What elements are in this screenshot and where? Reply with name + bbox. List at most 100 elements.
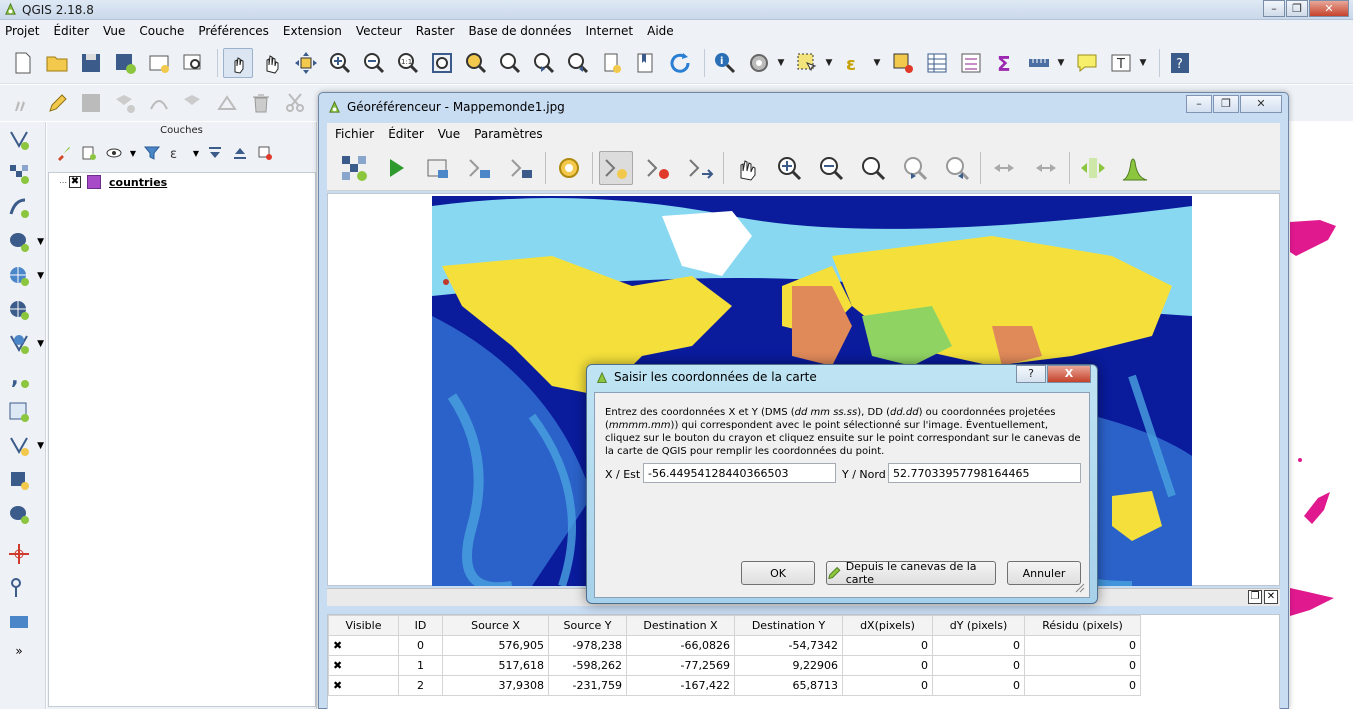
- col-destination-x[interactable]: Destination X: [626, 615, 735, 636]
- delete-point-button[interactable]: [641, 151, 675, 185]
- zoom-next-button[interactable]: [563, 48, 593, 78]
- more-tools-button[interactable]: »: [4, 641, 34, 661]
- close-button[interactable]: ✕: [1240, 95, 1282, 113]
- layer-visibility-checkbox[interactable]: ✖: [69, 176, 81, 188]
- menu-parametres[interactable]: Paramètres: [474, 127, 542, 141]
- pan-map-button[interactable]: [257, 48, 287, 78]
- open-project-button[interactable]: [42, 48, 72, 78]
- ok-button[interactable]: OK: [741, 561, 815, 585]
- from-map-canvas-button[interactable]: Depuis le canevas de la carte: [826, 560, 996, 586]
- cell-destination-y[interactable]: -54,7342: [734, 635, 843, 656]
- identify-features-button[interactable]: i: [710, 48, 740, 78]
- cell-destination-x[interactable]: -77,2569: [626, 655, 735, 676]
- col-destination-y[interactable]: Destination Y: [734, 615, 843, 636]
- zoom-to-layer-button[interactable]: [495, 48, 525, 78]
- menu-editer[interactable]: Éditer: [53, 24, 89, 38]
- collapse-all-button[interactable]: [229, 142, 251, 164]
- cell-source-y[interactable]: -978,238: [548, 635, 627, 656]
- menu-raster[interactable]: Raster: [416, 24, 455, 38]
- run-feature-action-button[interactable]: [744, 48, 774, 78]
- minimize-button[interactable]: –: [1186, 95, 1212, 113]
- start-georeferencing-button[interactable]: [379, 151, 413, 185]
- zoom-out-button[interactable]: [359, 48, 389, 78]
- select-dropdown[interactable]: ▼: [822, 48, 836, 78]
- menu-vecteur[interactable]: Vecteur: [356, 24, 402, 38]
- add-feature-button[interactable]: [110, 88, 140, 118]
- zoom-next-button[interactable]: [940, 151, 974, 185]
- cell-source-x[interactable]: 517,618: [442, 655, 549, 676]
- add-wms-layer-button[interactable]: ▼: [4, 261, 44, 291]
- node-tool-button[interactable]: [212, 88, 242, 118]
- move-gcp-point-button[interactable]: [683, 151, 717, 185]
- measure-dropdown[interactable]: ▼: [1054, 48, 1068, 78]
- zoom-to-layer-button[interactable]: [856, 151, 890, 185]
- menu-projet[interactable]: Projet: [5, 24, 39, 38]
- cell-destination-y[interactable]: 9,22906: [734, 655, 843, 676]
- expand-all-button[interactable]: [204, 142, 226, 164]
- full-histogram-stretch-button[interactable]: [1076, 151, 1110, 185]
- add-wcs-button[interactable]: [4, 573, 34, 603]
- open-raster-button[interactable]: [337, 151, 371, 185]
- annotation-dropdown[interactable]: ▼: [1136, 48, 1150, 78]
- add-oracle-layer-button[interactable]: [4, 539, 34, 569]
- close-button[interactable]: ✕: [1309, 0, 1349, 17]
- add-arcgis-layer-button[interactable]: [4, 607, 34, 637]
- remove-layer-button[interactable]: [254, 142, 276, 164]
- add-delimited-text-button[interactable]: ,: [4, 363, 34, 393]
- show-bookmarks-button[interactable]: [631, 48, 661, 78]
- table-row[interactable]: ✖ 2 37,9308 -231,759 -167,422 65,8713 0 …: [328, 675, 1141, 696]
- cut-features-button[interactable]: [280, 88, 310, 118]
- zoom-actual-size-button[interactable]: 1:1: [393, 48, 423, 78]
- visibility-dropdown[interactable]: ▼: [128, 142, 138, 164]
- menu-editer[interactable]: Éditer: [388, 127, 424, 141]
- transformation-settings-button[interactable]: [552, 151, 586, 185]
- zoom-in-button[interactable]: [325, 48, 355, 78]
- expression-dropdown[interactable]: ▼: [870, 48, 884, 78]
- zoom-last-button[interactable]: [529, 48, 559, 78]
- cancel-button[interactable]: Annuler: [1007, 561, 1081, 585]
- menu-preferences[interactable]: Préférences: [198, 24, 269, 38]
- link-qgis-to-georef-button[interactable]: [1029, 151, 1063, 185]
- new-project-button[interactable]: [8, 48, 38, 78]
- pan-to-selection-button[interactable]: [291, 48, 321, 78]
- layer-style-button[interactable]: [53, 142, 75, 164]
- cell-source-y[interactable]: -598,262: [548, 655, 627, 676]
- save-gcp-points-button[interactable]: [505, 151, 539, 185]
- add-raster-layer-button[interactable]: [4, 159, 34, 189]
- visible-checkbox[interactable]: ✖: [328, 675, 399, 696]
- menu-couche[interactable]: Couche: [139, 24, 184, 38]
- y-north-input[interactable]: [888, 463, 1081, 483]
- add-group-button[interactable]: [78, 142, 100, 164]
- add-virtual-layer-button[interactable]: [4, 397, 34, 427]
- add-mssql-layer-button[interactable]: [4, 465, 34, 495]
- col-dy[interactable]: dY (pixels): [932, 615, 1025, 636]
- col-visible[interactable]: Visible: [328, 615, 399, 636]
- col-source-y[interactable]: Source Y: [548, 615, 627, 636]
- maximize-button[interactable]: ❐: [1286, 0, 1308, 17]
- local-histogram-stretch-button[interactable]: [1118, 151, 1152, 185]
- field-calculator-button[interactable]: [956, 48, 986, 78]
- zoom-full-button[interactable]: [427, 48, 457, 78]
- col-dx[interactable]: dX(pixels): [842, 615, 933, 636]
- filter-expression-button[interactable]: ε: [166, 142, 188, 164]
- select-features-button[interactable]: [792, 48, 822, 78]
- attribute-table-button[interactable]: [922, 48, 952, 78]
- zoom-last-button[interactable]: [898, 151, 932, 185]
- resize-grip-icon[interactable]: [1075, 583, 1085, 593]
- add-point-button[interactable]: [599, 150, 633, 185]
- zoom-out-button[interactable]: [814, 151, 848, 185]
- touch-zoom-pan-button[interactable]: [223, 47, 253, 78]
- new-shapefile-button[interactable]: ▼: [4, 431, 44, 461]
- delete-selected-button[interactable]: [246, 88, 276, 118]
- composer-manager-button[interactable]: [178, 48, 208, 78]
- action-dropdown[interactable]: ▼: [774, 48, 788, 78]
- col-id[interactable]: ID: [398, 615, 443, 636]
- help-button[interactable]: ?: [1165, 48, 1195, 78]
- col-source-x[interactable]: Source X: [442, 615, 549, 636]
- menu-vue[interactable]: Vue: [438, 127, 460, 141]
- manage-visibility-button[interactable]: [103, 142, 125, 164]
- layer-item-countries[interactable]: ⋯ ✖ countries: [49, 173, 315, 191]
- new-print-composer-button[interactable]: [144, 48, 174, 78]
- add-wfs-layer-button[interactable]: ▼: [4, 329, 44, 359]
- add-spatialite-layer-button[interactable]: [4, 193, 34, 223]
